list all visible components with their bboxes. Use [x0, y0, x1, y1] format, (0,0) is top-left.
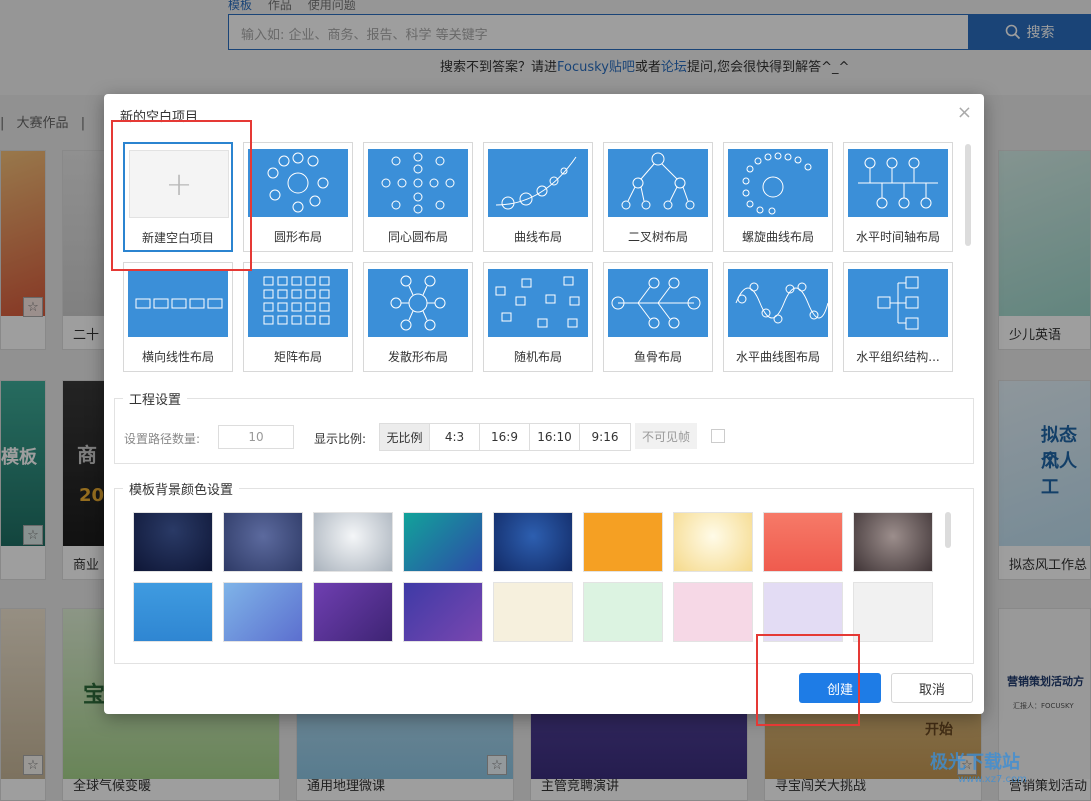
template-blank-project[interactable]: + 新建空白项目 — [123, 142, 233, 252]
cancel-button[interactable]: 取消 — [891, 673, 973, 703]
watermark-url: www.xz7.com — [958, 774, 1027, 785]
color-swatch-lavender[interactable] — [763, 582, 843, 642]
linear-layout-icon — [128, 269, 228, 337]
spiral-layout-icon — [728, 149, 828, 217]
color-swatch-cream[interactable] — [673, 512, 753, 572]
color-swatch-violet[interactable] — [403, 582, 483, 642]
color-swatch-beige[interactable] — [493, 582, 573, 642]
template-label: 曲线布局 — [513, 230, 562, 244]
template-label: 二叉树布局 — [627, 230, 688, 244]
template-label: 圆形布局 — [273, 230, 322, 244]
project-settings-title: 工程设置 — [123, 389, 188, 408]
template-label: 同心圆布局 — [387, 230, 448, 244]
close-icon[interactable]: × — [957, 102, 972, 123]
binary-tree-icon — [608, 149, 708, 217]
template-binary-tree-layout[interactable]: 二叉树布局 — [603, 142, 713, 252]
color-swatch-periwinkle[interactable] — [223, 582, 303, 642]
org-chart-icon — [848, 269, 948, 337]
template-label: 水平组织结构... — [856, 350, 940, 364]
ratio-none-button[interactable]: 无比例 — [380, 424, 430, 450]
template-curve-layout[interactable]: 曲线布局 — [483, 142, 593, 252]
template-label: 发散形布局 — [387, 350, 448, 364]
dialog-title: 新的空白项目 — [120, 110, 199, 125]
watermark: 极光下载站 www.xz7.com — [930, 748, 1027, 785]
new-project-dialog: 新的空白项目 × + 新建空白项目 圆形布局 同心圆布局 曲线布局 二叉树布局 … — [104, 94, 984, 714]
ratio-selector: 无比例 4:3 16:9 16:10 9:16 — [379, 423, 631, 451]
template-label: 新建空白项目 — [141, 231, 214, 245]
circle-layout-icon — [248, 149, 348, 217]
template-spiral-layout[interactable]: 螺旋曲线布局 — [723, 142, 833, 252]
concentric-layout-icon — [368, 149, 468, 217]
template-linear-layout[interactable]: 横向线性布局 — [123, 262, 233, 372]
timeline-layout-icon — [848, 149, 948, 217]
template-org-chart-layout[interactable]: 水平组织结构... — [843, 262, 953, 372]
template-label: 横向线性布局 — [141, 350, 214, 364]
color-swatch-light-gray[interactable] — [853, 582, 933, 642]
template-label: 矩阵布局 — [273, 350, 322, 364]
create-button[interactable]: 创建 — [799, 673, 881, 703]
ratio-label: 显示比例: — [314, 432, 367, 446]
plus-icon: + — [165, 165, 193, 203]
wave-layout-icon — [728, 269, 829, 337]
ratio-16-10-button[interactable]: 16:10 — [530, 424, 580, 450]
template-label: 水平曲线图布局 — [735, 350, 820, 364]
invisible-frame-button[interactable]: 不可见帧 — [635, 423, 697, 449]
color-swatch-dark-navy[interactable] — [133, 512, 213, 572]
template-matrix-layout[interactable]: 矩阵布局 — [243, 262, 353, 372]
color-swatch-coral[interactable] — [763, 512, 843, 572]
templates-scrollbar[interactable] — [965, 144, 971, 246]
curve-layout-icon — [488, 149, 588, 217]
ratio-4-3-button[interactable]: 4:3 — [430, 424, 480, 450]
template-label: 水平时间轴布局 — [855, 230, 940, 244]
path-count-label: 设置路径数量: — [124, 432, 201, 446]
fishbone-layout-icon — [608, 269, 708, 337]
matrix-layout-icon — [248, 269, 348, 337]
path-count-input[interactable]: 10 — [218, 425, 294, 449]
color-swatch-pink[interactable] — [673, 582, 753, 642]
ratio-9-16-button[interactable]: 9:16 — [580, 424, 630, 450]
random-layout-icon — [488, 269, 588, 337]
color-swatch-mocha[interactable] — [853, 512, 933, 572]
color-swatch-purple[interactable] — [313, 582, 393, 642]
template-label: 随机布局 — [513, 350, 562, 364]
color-swatch-sky-blue[interactable] — [133, 582, 213, 642]
blank-preview: + — [129, 150, 229, 218]
watermark-text: 极光下载站 — [930, 752, 1020, 773]
color-swatch-royal-blue[interactable] — [493, 512, 573, 572]
template-radial-layout[interactable]: 发散形布局 — [363, 262, 473, 372]
template-circle-layout[interactable]: 圆形布局 — [243, 142, 353, 252]
ratio-16-9-button[interactable]: 16:9 — [480, 424, 530, 450]
template-timeline-layout[interactable]: 水平时间轴布局 — [843, 142, 953, 252]
color-swatch-silver[interactable] — [313, 512, 393, 572]
color-swatch-slate-blue[interactable] — [223, 512, 303, 572]
template-concentric-layout[interactable]: 同心圆布局 — [363, 142, 473, 252]
swatches-scrollbar[interactable] — [945, 512, 951, 548]
bg-color-settings-title: 模板背景颜色设置 — [123, 479, 240, 498]
color-swatch-teal-blue[interactable] — [403, 512, 483, 572]
color-swatch-orange[interactable] — [583, 512, 663, 572]
invisible-frame-checkbox[interactable] — [711, 429, 725, 443]
template-wave-layout[interactable]: 水平曲线图布局 — [723, 262, 833, 372]
color-swatch-mint[interactable] — [583, 582, 663, 642]
radial-layout-icon — [368, 269, 468, 337]
template-label: 鱼骨布局 — [633, 350, 682, 364]
template-random-layout[interactable]: 随机布局 — [483, 262, 593, 372]
template-fishbone-layout[interactable]: 鱼骨布局 — [603, 262, 713, 372]
template-label: 螺旋曲线布局 — [741, 230, 814, 244]
